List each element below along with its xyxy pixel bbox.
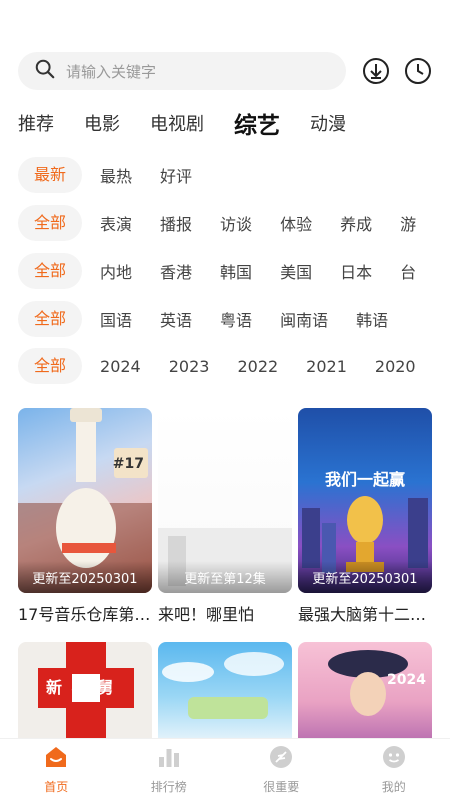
filter-region-option[interactable]: 美国 [280,259,312,283]
filter-language-option[interactable]: 闽南语 [280,307,328,331]
download-icon[interactable] [362,57,390,85]
filter-type-option[interactable]: 表演 [100,211,132,235]
filter-type-option[interactable]: 播报 [160,211,192,235]
show-poster: 更新至第12集 [158,408,292,593]
show-poster [158,642,292,742]
nav-label: 很重要 [263,780,300,794]
filter-type-option[interactable]: 体验 [280,211,312,235]
nav-home[interactable]: 首页 [0,739,113,800]
show-poster: 新 老 舅 [18,642,152,742]
filter-sort-option[interactable]: 最热 [100,163,132,187]
filter-sort-option[interactable]: 好评 [160,163,192,187]
show-card[interactable] [158,642,292,742]
filter-row-year: 全部 2024 2023 2022 2021 2020 [18,348,450,384]
filter-year-option[interactable]: 2024 [100,357,141,376]
filter-type-selected[interactable]: 全部 [18,205,83,241]
update-status: 更新至20250301 [32,572,138,587]
filter-language-selected[interactable]: 全部 [18,301,83,337]
show-card[interactable]: #17 更新至20250301 17号音乐仓库第… [18,408,152,625]
show-card[interactable]: 我们一起赢 更新至20250301 最强大脑第十二… [298,408,432,625]
show-title: 来吧！哪里怕 [158,605,255,624]
feather-icon [268,744,294,774]
search-bar: 请输入关键字 [18,52,438,90]
filter-row-region: 全部 内地 香港 韩国 美国 日本 台 [18,253,450,289]
show-title: 最强大脑第十二… [298,605,427,624]
filter-sort-selected[interactable]: 最新 [18,157,83,193]
show-card[interactable]: 2024 [298,642,432,742]
filter-language-option[interactable]: 韩语 [356,307,388,331]
filter-row-sort: 最新 最热 好评 [18,157,450,193]
filter-type-option[interactable]: 游 [400,211,416,235]
filter-year-option[interactable]: 2022 [237,357,278,376]
show-title: 17号音乐仓库第… [18,605,151,624]
filter-region-option[interactable]: 内地 [100,259,132,283]
update-status: 更新至20250301 [312,572,418,587]
filter-region-selected[interactable]: 全部 [18,253,83,289]
bottom-nav: 首页 排行榜 很重要 我的 [0,738,450,800]
filter-region-option[interactable]: 韩国 [220,259,252,283]
filter-year-option[interactable]: 2020 [375,357,416,376]
nav-label: 排行榜 [150,780,187,794]
home-icon [43,744,69,774]
show-poster: #17 更新至20250301 [18,408,152,593]
nav-label: 首页 [44,780,69,794]
search-icon [34,58,56,84]
filter-language-option[interactable]: 粤语 [220,307,252,331]
filter-year-selected[interactable]: 全部 [18,348,83,384]
nav-ranking[interactable]: 排行榜 [113,739,226,800]
category-tabs: 推荐 电影 电视剧 综艺 动漫 [18,104,450,142]
filter-row-type: 全部 表演 播报 访谈 体验 养成 游 [18,205,450,241]
search-placeholder: 请输入关键字 [66,62,157,81]
poster-text: 新 老 舅 [46,678,116,697]
filter-region-option[interactable]: 日本 [340,259,372,283]
filter-region-option[interactable]: 香港 [160,259,192,283]
tab-anime[interactable]: 动漫 [310,110,346,136]
filter-region-option[interactable]: 台 [400,259,416,283]
show-poster: 2024 [298,642,432,742]
bar-chart-icon [156,744,182,774]
tab-movie[interactable]: 电影 [84,110,120,136]
tab-recommend[interactable]: 推荐 [18,110,54,136]
history-icon[interactable] [404,57,432,85]
show-card[interactable]: 更新至第12集 来吧！哪里怕 [158,408,292,625]
filter-year-option[interactable]: 2021 [306,357,347,376]
filter-type-option[interactable]: 养成 [340,211,372,235]
show-poster: 我们一起赢 更新至20250301 [298,408,432,593]
nav-profile[interactable]: 我的 [338,739,450,800]
profile-icon [381,744,407,774]
filter-row-language: 全部 国语 英语 粤语 闽南语 韩语 [18,301,450,337]
filter-type-option[interactable]: 访谈 [220,211,252,235]
poster-text: 我们一起赢 [324,470,405,489]
filter-year-option[interactable]: 2023 [169,357,210,376]
search-input[interactable]: 请输入关键字 [18,52,346,90]
tab-tv[interactable]: 电视剧 [150,110,204,136]
update-status: 更新至第12集 [184,572,266,587]
filter-language-option[interactable]: 英语 [160,307,192,331]
nav-important[interactable]: 很重要 [225,739,338,800]
nav-label: 我的 [381,780,406,794]
show-card[interactable]: 新 老 舅 [18,642,152,742]
tab-variety[interactable]: 综艺 [234,106,280,140]
filter-language-option[interactable]: 国语 [100,307,132,331]
poster-text: #17 [112,456,144,472]
poster-text: 2024 [387,672,426,688]
